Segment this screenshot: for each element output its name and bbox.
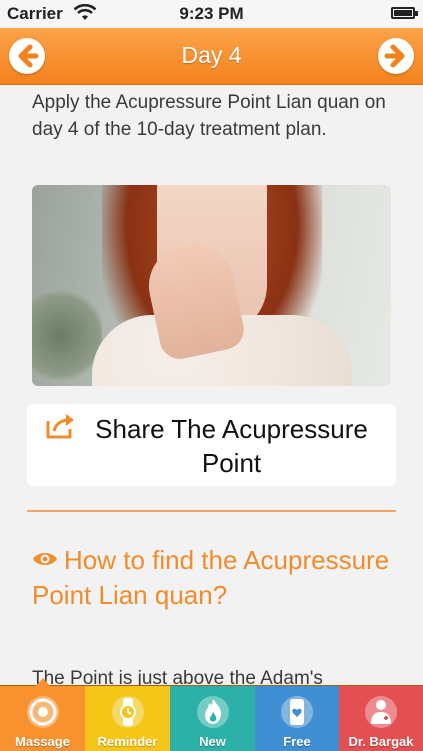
- doctor-icon: [365, 696, 397, 728]
- watch-icon: [111, 696, 144, 728]
- eye-icon: [33, 553, 57, 565]
- how-to-find-heading: How to find the Acupressure Point Lian q…: [32, 545, 390, 610]
- next-day-button[interactable]: [378, 38, 414, 74]
- phone-heart-icon: [281, 696, 313, 728]
- status-bar: Carrier 9:23 PM: [0, 0, 423, 28]
- tab-free[interactable]: Free: [255, 686, 339, 751]
- tab-free-label: Free: [283, 734, 311, 749]
- divider: [27, 510, 396, 512]
- tab-reminder[interactable]: Reminder: [85, 686, 170, 751]
- share-icon: [46, 414, 74, 439]
- tab-new[interactable]: New: [170, 686, 255, 751]
- page-title: Day 4: [181, 42, 242, 68]
- tab-dr-bargak-label: Dr. Bargak: [348, 734, 414, 749]
- point-description: The Point is just above the Adam's: [32, 668, 323, 685]
- acupressure-photo: [32, 185, 391, 386]
- tab-reminder-label: Reminder: [97, 734, 158, 749]
- how-to-find-section: How to find the Acupressure Point Lian q…: [32, 543, 392, 613]
- navigation-bar: Day 4: [0, 28, 423, 85]
- arrow-right-icon: [384, 44, 405, 68]
- clock: 9:23 PM: [179, 4, 244, 23]
- active-tab-indicator: [35, 678, 50, 686]
- tab-bar: Massage Reminder New Free Dr. Bargak: [0, 678, 423, 751]
- share-label: Share The Acupressure Point: [95, 414, 368, 478]
- tab-dr-bargak[interactable]: Dr. Bargak: [339, 686, 423, 751]
- content-scroll-area[interactable]: Apply the Acupressure Point Lian quan on…: [0, 85, 423, 685]
- intro-text: Apply the Acupressure Point Lian quan on…: [32, 92, 386, 140]
- tab-new-label: New: [199, 734, 226, 749]
- flame-icon: [196, 696, 229, 728]
- tab-massage[interactable]: Massage: [0, 678, 85, 751]
- share-button[interactable]: Share The Acupressure Point: [27, 404, 396, 486]
- tab-massage-label: Massage: [15, 734, 70, 749]
- battery-icon: [391, 7, 418, 19]
- target-icon: [26, 696, 59, 728]
